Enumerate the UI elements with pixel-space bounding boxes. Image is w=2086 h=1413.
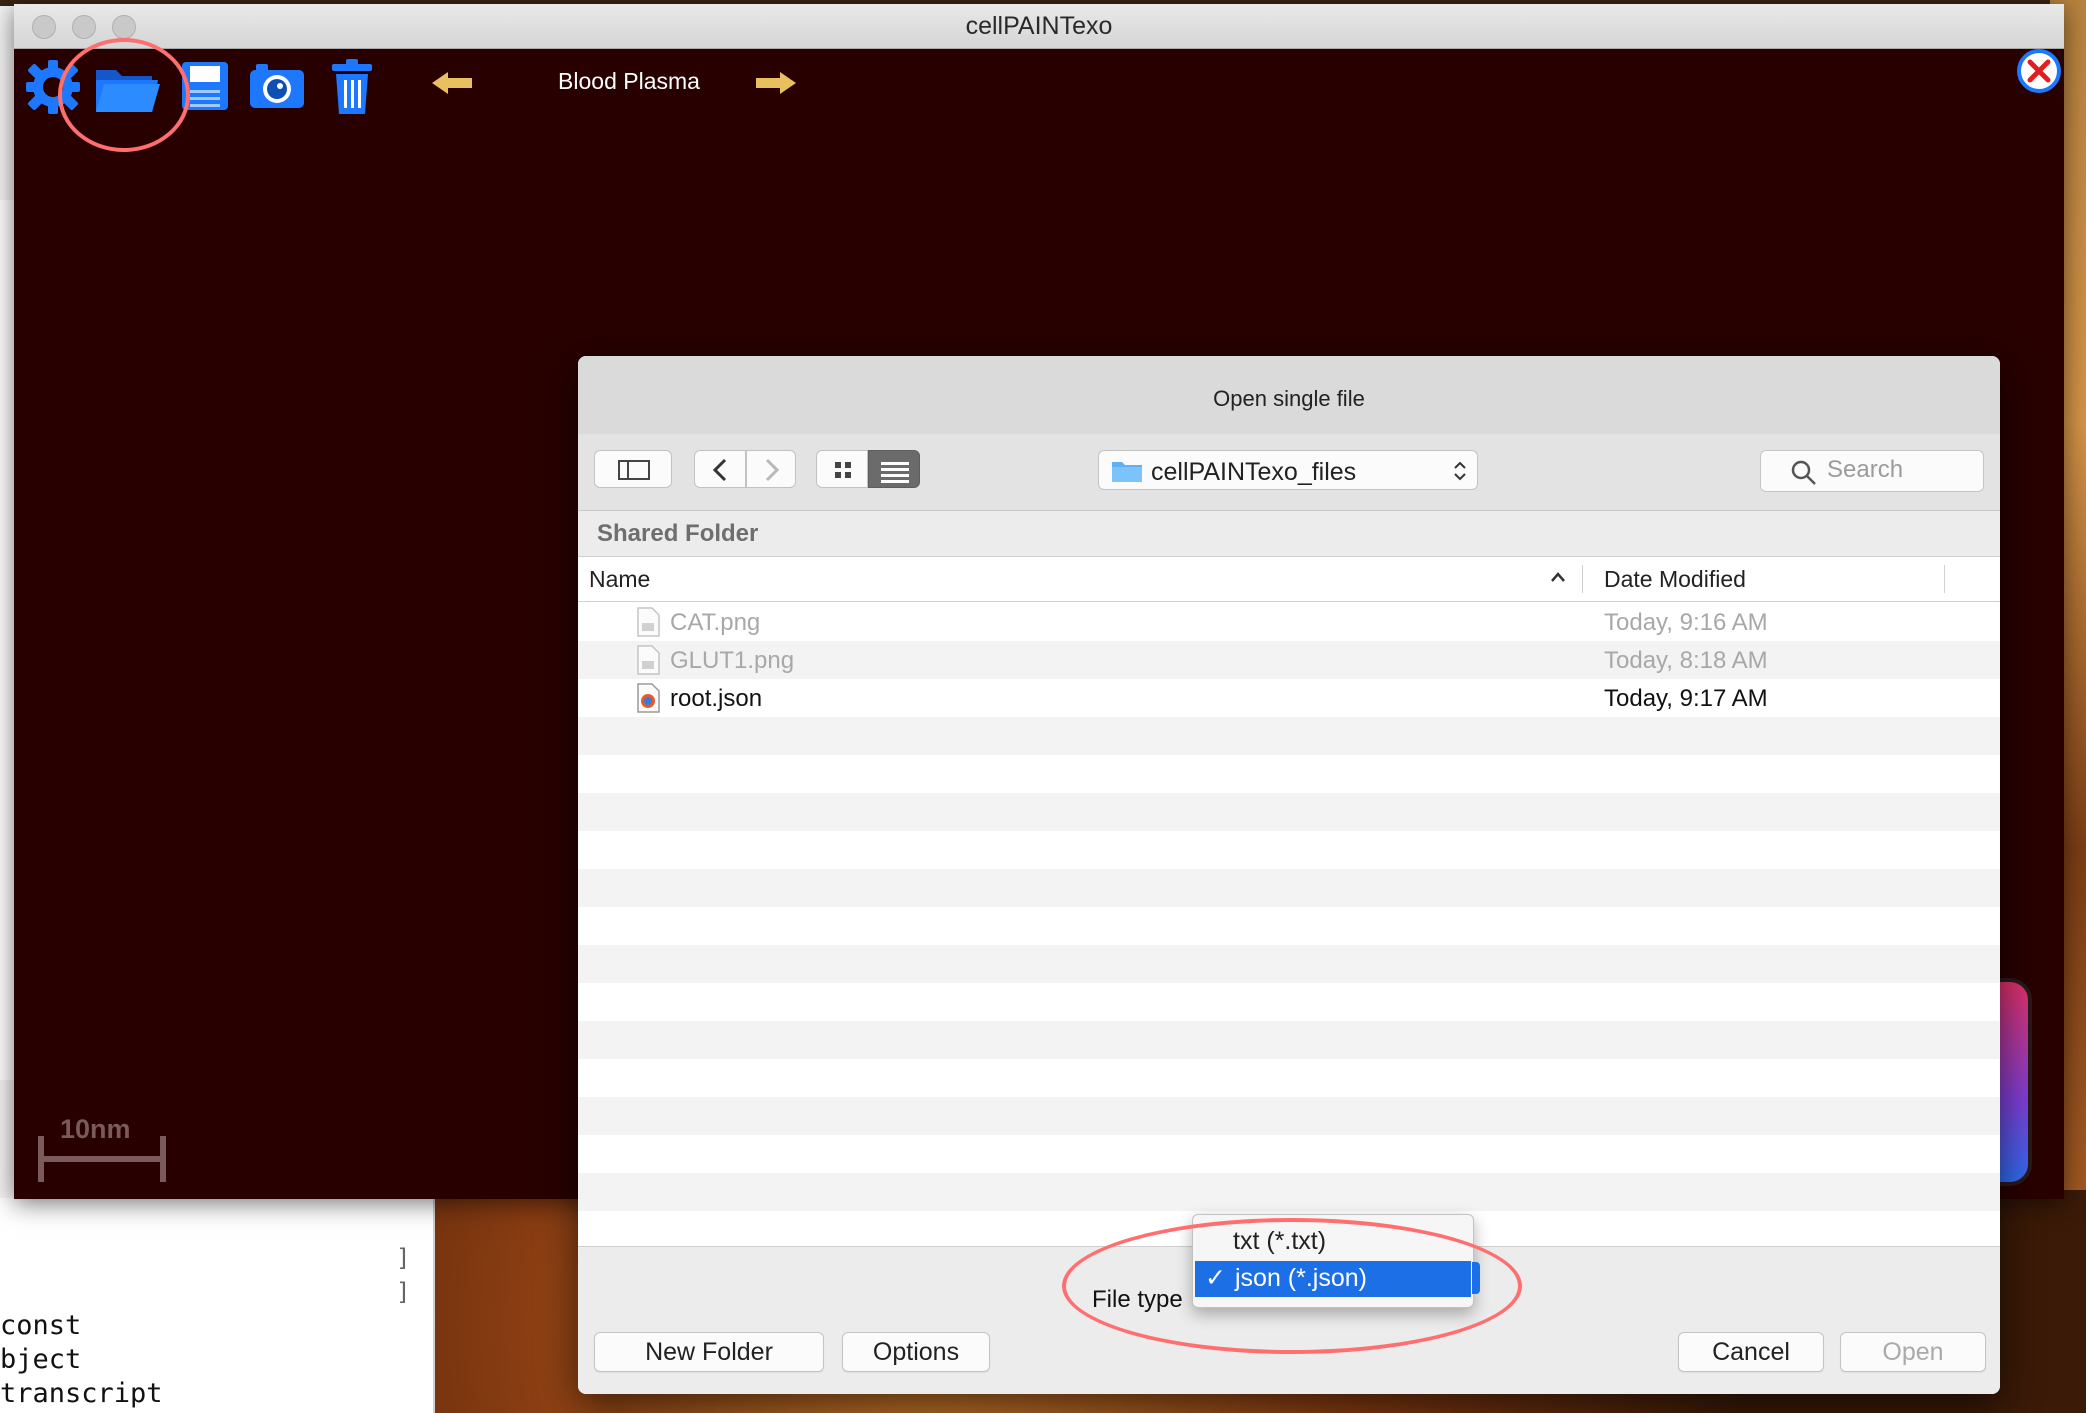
chevron-right-icon (765, 458, 780, 482)
column-date-header[interactable]: Date Modified (1604, 566, 1746, 593)
file-row[interactable]: root.json Today, 9:17 AM (578, 679, 2000, 717)
back-button[interactable] (694, 450, 746, 488)
section-heading: Shared Folder (597, 520, 759, 547)
file-name: root.json (670, 685, 763, 712)
nav-label: Blood Plasma (558, 68, 700, 94)
app-title: cellPAINTexo (965, 12, 1113, 40)
scale-bar (34, 1132, 174, 1191)
highlight-callout (1062, 1218, 1522, 1354)
chevron-left-icon (712, 458, 727, 482)
sort-ascending-icon[interactable] (1548, 569, 1568, 585)
background-editor-bottom: const bject transcript ] ] (0, 1198, 435, 1413)
column-name-header[interactable]: Name (589, 566, 650, 593)
camera-icon[interactable] (248, 60, 306, 115)
file-date: Today, 8:18 AM (1604, 647, 1768, 674)
dialog-title: Open single file (578, 356, 2000, 434)
editor-bracket: ] (396, 1244, 411, 1272)
image-file-icon (637, 645, 660, 675)
options-button[interactable]: Options (842, 1332, 990, 1372)
forward-button[interactable] (746, 450, 796, 488)
open-button[interactable]: Open (1840, 1332, 1986, 1372)
file-row[interactable]: GLUT1.png Today, 8:18 AM (578, 641, 2000, 679)
image-file-icon (637, 607, 660, 637)
arrow-left-icon[interactable] (430, 70, 474, 101)
empty-row (578, 945, 2000, 983)
search-input[interactable] (1827, 455, 1977, 485)
column-separator[interactable] (1944, 565, 1945, 593)
file-date: Today, 9:16 AM (1604, 609, 1768, 636)
file-name: CAT.png (670, 609, 761, 636)
file-date: Today, 9:17 AM (1604, 685, 1768, 712)
app-titlebar: cellPAINTexo (14, 4, 2064, 49)
editor-line: transcript (0, 1378, 163, 1409)
sidebar-icon (618, 460, 650, 480)
grid-icon (835, 462, 851, 478)
cancel-button[interactable]: Cancel (1678, 1332, 1824, 1372)
empty-row (578, 1097, 2000, 1135)
file-list: Name Date Modified CAT.png Today, 9:16 A… (578, 556, 2000, 1247)
arrow-right-icon[interactable] (754, 70, 798, 101)
highlight-callout (58, 38, 190, 152)
sidebar-toggle-button[interactable] (594, 450, 672, 488)
new-folder-button[interactable]: New Folder (594, 1332, 824, 1372)
column-separator[interactable] (1582, 565, 1583, 593)
editor-line: const (0, 1310, 82, 1341)
search-icon (1791, 460, 1816, 485)
json-file-icon (637, 683, 660, 713)
empty-row (578, 717, 2000, 755)
icon-view-button[interactable] (816, 450, 868, 488)
list-icon (881, 462, 909, 483)
trash-icon[interactable] (330, 58, 374, 121)
empty-row (578, 1021, 2000, 1059)
location-label: cellPAINTexo_files (1151, 458, 1357, 486)
column-header: Name Date Modified (578, 557, 2000, 602)
editor-bracket: ] (396, 1278, 411, 1306)
list-view-button[interactable] (868, 450, 920, 488)
empty-row (578, 869, 2000, 907)
file-row[interactable]: CAT.png Today, 9:16 AM (578, 603, 2000, 641)
close-circle-icon[interactable] (2016, 48, 2062, 99)
location-popup[interactable]: cellPAINTexo_files (1098, 450, 1478, 490)
editor-line: bject (0, 1344, 82, 1375)
chevron-updown-icon (1454, 461, 1466, 481)
empty-row (578, 793, 2000, 831)
folder-icon (1112, 462, 1142, 482)
empty-row (578, 1173, 2000, 1211)
file-name: GLUT1.png (670, 647, 795, 674)
search-field[interactable] (1760, 450, 1984, 492)
